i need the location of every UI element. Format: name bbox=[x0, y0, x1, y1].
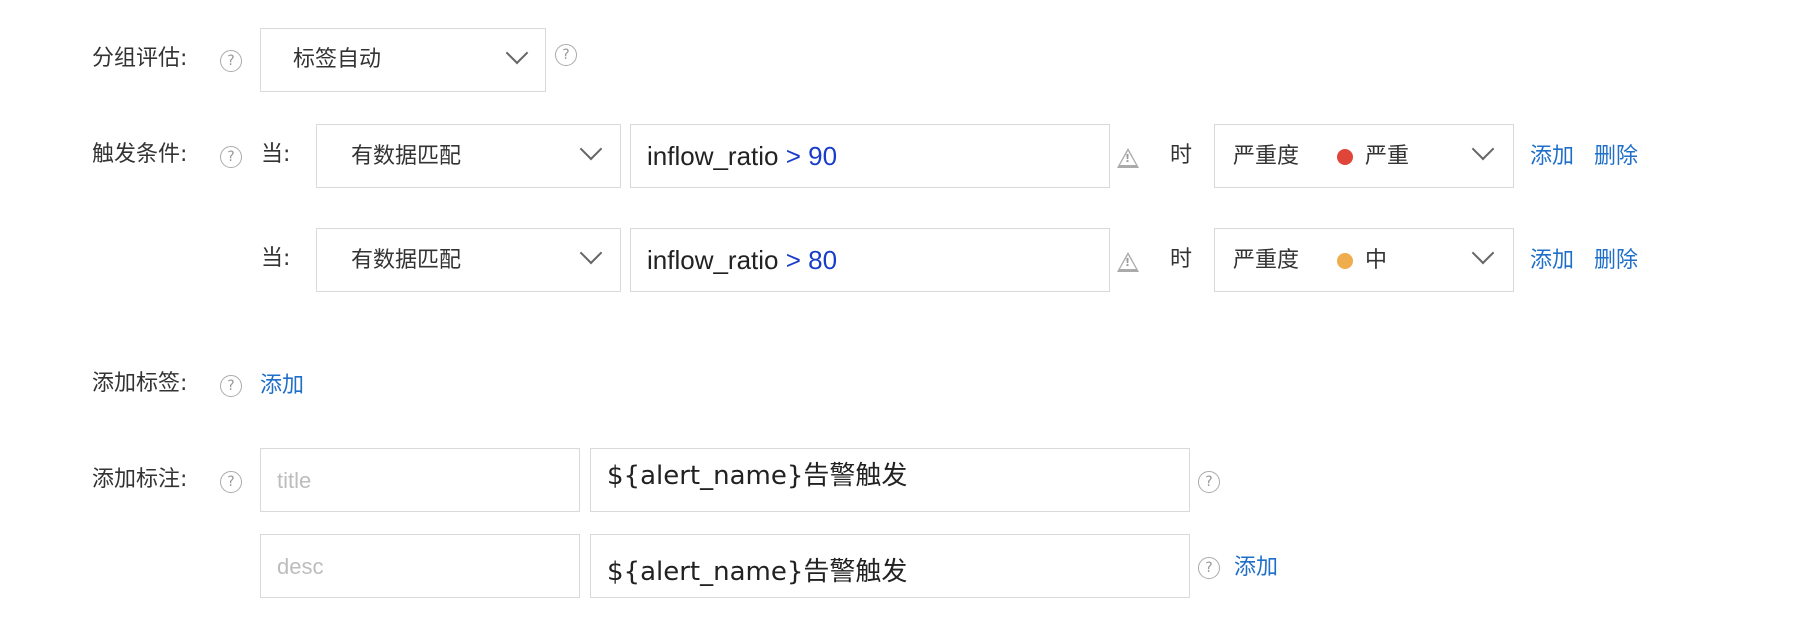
add-condition-link[interactable]: 添加 bbox=[1530, 250, 1574, 272]
delete-condition-link[interactable]: 删除 bbox=[1594, 250, 1638, 272]
condition-expression-input[interactable]: inflow_ratio > 80 bbox=[630, 228, 1110, 292]
trigger-row-at-label: 时 bbox=[1170, 247, 1193, 272]
add-tag-link[interactable]: 添加 bbox=[260, 375, 304, 397]
condition-expression: inflow_ratio > 80 bbox=[647, 247, 837, 273]
match-mode-select[interactable]: 有数据匹配 bbox=[316, 228, 621, 292]
chevron-down-icon bbox=[1471, 137, 1495, 161]
annotation-value-input[interactable]: ${alert_name}告警触发 bbox=[590, 534, 1190, 598]
group-eval-label: 分组评估: bbox=[92, 46, 188, 71]
group-eval-select[interactable]: 标签自动 bbox=[260, 28, 546, 92]
annotations-help-icon[interactable] bbox=[220, 471, 242, 493]
severity-label: 严重度 bbox=[1233, 248, 1300, 273]
annotation-value: ${alert_name}告警触发 bbox=[607, 557, 908, 587]
warning-triangle-icon bbox=[1117, 252, 1139, 272]
expression-field: inflow_ratio bbox=[647, 245, 779, 275]
trigger-row-when-label: 当: bbox=[261, 246, 291, 271]
add-annotation-link[interactable]: 添加 bbox=[1234, 557, 1278, 579]
group-eval-extra-help-icon[interactable] bbox=[555, 44, 577, 66]
annotation-value: ${alert_name}告警触发 bbox=[607, 461, 908, 491]
add-condition-link[interactable]: 添加 bbox=[1530, 146, 1574, 168]
annotation-key-placeholder: desc bbox=[277, 554, 324, 579]
match-mode-select[interactable]: 有数据匹配 bbox=[316, 124, 621, 188]
annotations-label: 添加标注: bbox=[92, 467, 188, 492]
annotation-value-help-icon[interactable] bbox=[1198, 557, 1220, 579]
annotation-key-placeholder: title bbox=[277, 468, 312, 493]
severity-value: 严重 bbox=[1365, 144, 1410, 169]
condition-expression-input[interactable]: inflow_ratio > 90 bbox=[630, 124, 1110, 188]
delete-condition-link[interactable]: 删除 bbox=[1594, 146, 1638, 168]
warning-triangle-icon bbox=[1117, 148, 1139, 168]
severity-dot bbox=[1337, 149, 1353, 165]
chevron-down-icon bbox=[1471, 241, 1495, 265]
group-eval-select-value: 标签自动 bbox=[293, 47, 382, 72]
chevron-down-icon bbox=[579, 241, 603, 265]
match-mode-value: 有数据匹配 bbox=[351, 144, 462, 169]
chevron-down-icon bbox=[579, 137, 603, 161]
severity-select[interactable]: 严重度 中 bbox=[1214, 228, 1514, 292]
severity-dot bbox=[1337, 253, 1353, 269]
chevron-down-icon bbox=[505, 41, 529, 65]
annotation-value-input[interactable]: ${alert_name}告警触发 bbox=[590, 448, 1190, 512]
tags-help-icon[interactable] bbox=[220, 375, 242, 397]
trigger-row-when-label: 当: bbox=[261, 142, 291, 167]
group-eval-help-icon[interactable] bbox=[220, 50, 242, 72]
expression-field: inflow_ratio bbox=[647, 141, 779, 171]
severity-label: 严重度 bbox=[1233, 144, 1300, 169]
annotation-key-input[interactable]: desc bbox=[260, 534, 580, 598]
condition-expression: inflow_ratio > 90 bbox=[647, 143, 837, 169]
severity-value: 中 bbox=[1365, 248, 1388, 273]
match-mode-value: 有数据匹配 bbox=[351, 248, 462, 273]
annotation-value-help-icon[interactable] bbox=[1198, 471, 1220, 493]
trigger-row-at-label: 时 bbox=[1170, 143, 1193, 168]
expression-operator: > 80 bbox=[778, 245, 838, 275]
severity-select[interactable]: 严重度 严重 bbox=[1214, 124, 1514, 188]
trigger-help-icon[interactable] bbox=[220, 146, 242, 168]
annotation-key-input[interactable]: title bbox=[260, 448, 580, 512]
tags-label: 添加标签: bbox=[92, 371, 188, 396]
expression-operator: > 90 bbox=[778, 141, 838, 171]
trigger-label: 触发条件: bbox=[92, 142, 188, 167]
